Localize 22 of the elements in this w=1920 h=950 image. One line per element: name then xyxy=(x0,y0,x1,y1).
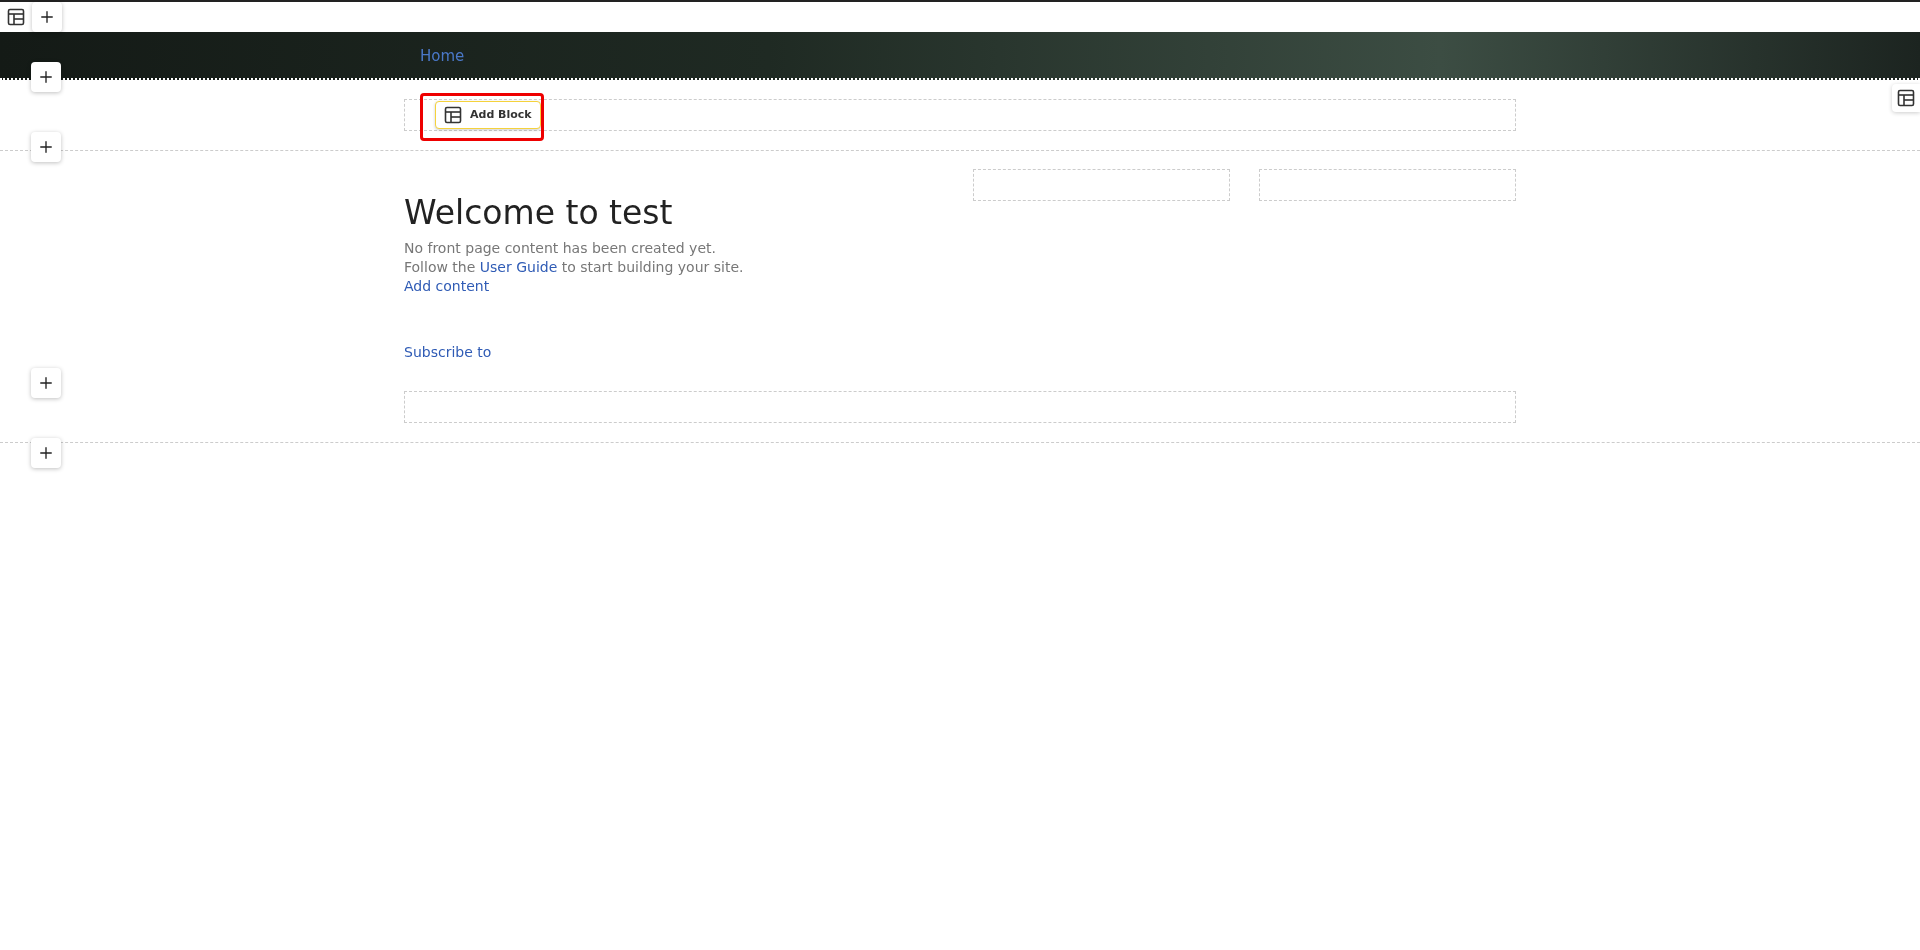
user-guide-link[interactable]: User Guide xyxy=(479,259,558,275)
add-section-button[interactable] xyxy=(31,62,61,92)
add-section-button[interactable] xyxy=(31,368,61,398)
add-section-button[interactable] xyxy=(32,2,62,32)
plus-icon xyxy=(37,374,55,392)
plus-icon xyxy=(37,138,55,156)
layout-icon xyxy=(7,8,25,26)
add-content-link[interactable]: Add content xyxy=(404,277,490,296)
intro-text: No front page content has been created yet. xyxy=(404,239,717,258)
subscribe-link[interactable]: Subscribe to xyxy=(404,343,492,362)
add-section-button[interactable] xyxy=(31,438,61,468)
layout-icon xyxy=(1897,89,1915,107)
guide-text: Follow the User Guide to start building your site. xyxy=(404,258,745,277)
page-title: Welcome to test xyxy=(404,193,674,233)
plus-icon xyxy=(37,68,55,86)
block-icon xyxy=(444,106,462,124)
nav-link[interactable]: Home xyxy=(420,45,465,68)
add-block-button[interactable]: Add Block xyxy=(435,101,541,129)
add-section-button[interactable] xyxy=(31,132,61,162)
layout-button[interactable] xyxy=(1892,84,1920,112)
plus-icon xyxy=(37,444,55,462)
plus-icon xyxy=(38,8,56,26)
